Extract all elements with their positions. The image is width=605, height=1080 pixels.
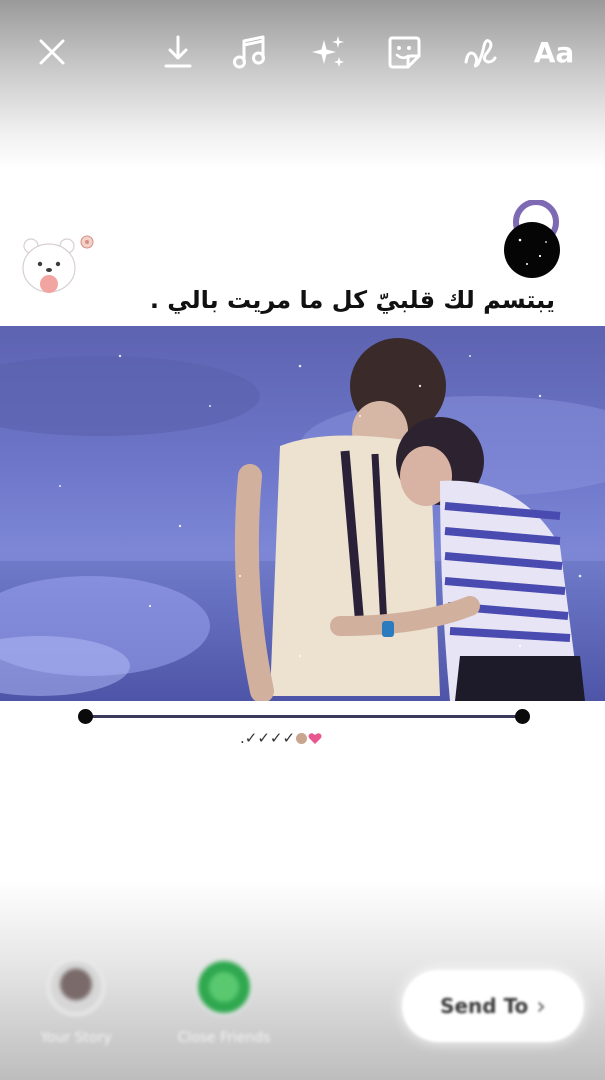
- slider-handle-right[interactable]: [515, 709, 530, 724]
- sparkles-effects-icon: [312, 36, 344, 67]
- range-slider-line[interactable]: [78, 706, 530, 728]
- effects-button[interactable]: [304, 28, 352, 76]
- moon-sticker[interactable]: [502, 200, 566, 280]
- story-photo[interactable]: [0, 326, 605, 701]
- sticker-icon: [388, 36, 421, 69]
- your-story-avatar: [47, 958, 105, 1016]
- cookie-emoji-icon: [296, 732, 308, 744]
- close-icon: [39, 39, 65, 65]
- send-to-button[interactable]: Send To ›: [402, 970, 584, 1042]
- couple-photo-illustration: [0, 338, 605, 701]
- your-story-label: Your Story: [40, 1030, 112, 1046]
- download-icon: [164, 35, 192, 68]
- music-note-icon: [233, 35, 265, 69]
- draw-scribble-icon: [464, 39, 497, 68]
- emoji-text-line[interactable]: .✓✓✓✓: [240, 727, 350, 749]
- draw-button[interactable]: [456, 28, 504, 76]
- download-button[interactable]: [154, 28, 202, 76]
- text-tool-button[interactable]: Aa: [526, 28, 582, 76]
- chevron-right-icon: ›: [536, 992, 546, 1020]
- close-button[interactable]: [28, 28, 76, 76]
- slider-handle-left[interactable]: [78, 709, 93, 724]
- slider-track: [86, 715, 522, 718]
- your-story-button[interactable]: Your Story: [6, 958, 146, 1058]
- story-caption[interactable]: يبتسم لك قلبيّ كل ما مريت بالي .: [40, 280, 555, 320]
- close-friends-star-icon: [195, 958, 253, 1016]
- checkmarks-text: .✓✓✓✓: [240, 729, 296, 747]
- story-editor-toolbar: Aa: [0, 0, 605, 110]
- sticker-button[interactable]: [380, 28, 428, 76]
- close-friends-label: Close Friends: [177, 1030, 271, 1046]
- close-friends-button[interactable]: Close Friends: [154, 958, 294, 1058]
- text-tool-label: Aa: [533, 35, 575, 69]
- send-to-label: Send To: [440, 994, 529, 1018]
- pink-heart-icon: [308, 732, 322, 744]
- music-button[interactable]: [226, 28, 274, 76]
